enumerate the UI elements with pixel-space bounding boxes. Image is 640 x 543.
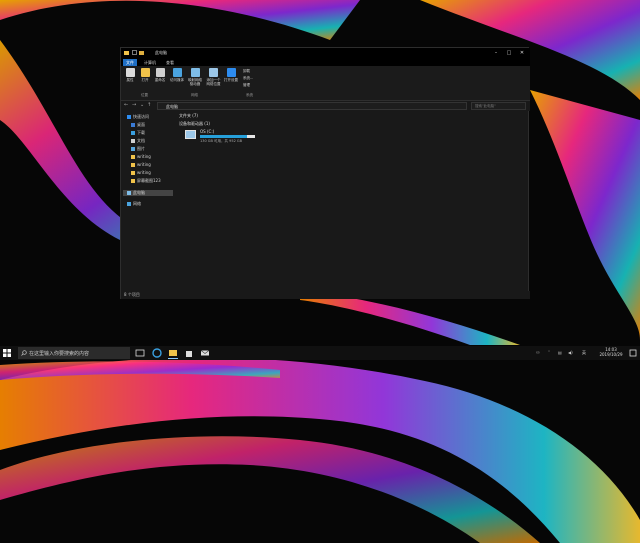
search-icon (21, 350, 27, 356)
search-input[interactable]: 搜索"此电脑" (471, 102, 526, 110)
ribbon-group-system: 系统 (246, 93, 253, 97)
nav-item-writing-1[interactable]: writing (131, 154, 177, 160)
forward-arrow-icon[interactable]: → (132, 102, 136, 108)
taskbar-search-placeholder: 在这里输入你要搜索的内容 (29, 351, 90, 357)
folder-open-icon (140, 68, 150, 77)
ribbon-tabs: 文件 计算机 查看 (121, 58, 530, 66)
up-arrow-icon[interactable]: ↑ (147, 102, 151, 108)
nav-item-documents[interactable]: 文档 (131, 138, 177, 144)
ribbon-group-location: 位置 (141, 93, 148, 97)
window-title: 此电脑 (155, 50, 167, 55)
nav-item-desktop[interactable]: 桌面 (131, 122, 177, 128)
system-properties-link[interactable]: 系统... (243, 76, 253, 81)
drive-usage-fill (200, 135, 248, 138)
tab-view[interactable]: 查看 (163, 59, 177, 66)
clock[interactable]: 14:03 2019/10/29 (596, 347, 626, 357)
task-view-icon[interactable] (135, 348, 145, 358)
network-location-icon (208, 68, 218, 77)
network-icon (127, 202, 131, 206)
folder-icon (131, 179, 135, 183)
rename-button[interactable]: 重命名 (152, 68, 168, 82)
nav-item-downloads[interactable]: 下载 (131, 130, 177, 136)
clock-date: 2019/10/29 (599, 352, 623, 357)
maximize-button[interactable]: □ (504, 49, 514, 57)
computer-icon (127, 191, 131, 195)
section-folders[interactable]: 文件夹 (7) (179, 113, 198, 119)
tab-file[interactable]: 文件 (123, 59, 137, 66)
pictures-icon (131, 147, 135, 151)
open-button[interactable]: 打开 (137, 68, 153, 82)
nav-item-network[interactable]: 网络 (127, 201, 173, 207)
properties-button[interactable]: 属性 (122, 68, 138, 82)
volume-icon[interactable]: ◀) (568, 350, 573, 355)
drive-icon (185, 130, 196, 139)
drive-item-c[interactable]: OS (C:) 130 GB 可用，共 952 GB (185, 129, 265, 147)
access-media-button[interactable]: 访问媒体 (169, 68, 185, 82)
navigation-pane: 快速访问 桌面 下载 文档 图片 writing writing writing… (121, 112, 173, 290)
file-explorer-window[interactable]: 此电脑 – □ ✕ 文件 计算机 查看 属性 打开 重命名 访问媒体 映射网络驱… (120, 47, 530, 299)
explorer-app-icon (124, 51, 129, 55)
drive-size: 130 GB 可用，共 952 GB (200, 139, 243, 143)
section-devices[interactable]: 设备和驱动器 (1) (179, 121, 210, 127)
notifications-icon[interactable] (628, 348, 638, 358)
back-arrow-icon[interactable]: ← (124, 102, 128, 108)
nav-item-writing-2[interactable]: writing (131, 162, 177, 168)
map-network-drive-button[interactable]: 映射网络驱动器 (187, 68, 203, 86)
network-drive-icon (190, 68, 200, 77)
uninstall-link[interactable]: 卸载 (243, 69, 250, 74)
new-folder-quick-icon[interactable] (139, 50, 144, 55)
nav-item-pictures[interactable]: 图片 (131, 146, 177, 152)
item-count: 8 个项目 (124, 292, 140, 297)
show-hidden-icons-chevron[interactable]: ˄ (548, 350, 550, 355)
recent-locations-icon[interactable]: ⌄ (140, 102, 144, 108)
mail-icon[interactable] (200, 348, 210, 358)
edge-browser-icon[interactable] (152, 348, 162, 358)
star-icon (127, 115, 131, 119)
file-explorer-icon[interactable] (168, 348, 178, 359)
ribbon-group-network: 网络 (191, 93, 198, 97)
download-icon (131, 131, 135, 135)
address-bar: ← → ⌄ ↑ 此电脑 搜索"此电脑" (121, 101, 530, 111)
gear-icon (226, 68, 236, 77)
rename-icon (155, 68, 165, 77)
status-bar: 8 个项目 (121, 291, 530, 299)
taskbar: 在这里输入你要搜索的内容 ⚇ ˄ ▤ ◀) 英 14:03 2019/10/29 (0, 346, 640, 360)
address-path: 此电脑 (166, 104, 178, 109)
properties-icon (125, 68, 135, 77)
store-icon[interactable] (184, 348, 194, 358)
document-icon (131, 139, 135, 143)
properties-quick-icon[interactable] (132, 50, 137, 55)
folder-icon (131, 171, 135, 175)
add-network-location-button[interactable]: 添加一个网络位置 (205, 68, 221, 86)
windows-start-icon[interactable] (3, 349, 11, 357)
nav-item-screenshots[interactable]: 屏幕截图123 (131, 178, 177, 184)
close-button[interactable]: ✕ (517, 49, 527, 57)
ime-icon[interactable]: 英 (582, 350, 586, 356)
tab-computer[interactable]: 计算机 (141, 59, 159, 66)
taskbar-search-box[interactable]: 在这里输入你要搜索的内容 (18, 347, 130, 359)
search-placeholder: 搜索"此电脑" (475, 104, 496, 108)
drive-usage-bar (200, 135, 255, 138)
drive-name: OS (C:) (200, 129, 215, 134)
folder-icon (131, 163, 135, 167)
nav-item-writing-3[interactable]: writing (131, 170, 177, 176)
minimize-button[interactable]: – (491, 49, 501, 57)
open-settings-button[interactable]: 打开设置 (223, 68, 239, 82)
nav-item-quick-access[interactable]: 快速访问 (127, 114, 173, 120)
ribbon: 属性 打开 重命名 访问媒体 映射网络驱动器 添加一个网络位置 打开设置 卸载 … (121, 66, 530, 101)
manage-link[interactable]: 管理 (243, 83, 250, 88)
desktop-icon (131, 123, 135, 127)
media-icon (172, 68, 182, 77)
network-tray-icon[interactable]: ▤ (558, 350, 562, 355)
content-pane: 文件夹 (7) 设备和驱动器 (1) OS (C:) 130 GB 可用，共 9… (175, 112, 528, 290)
address-input[interactable]: 此电脑 (157, 102, 467, 110)
people-icon[interactable]: ⚇ (536, 350, 540, 355)
nav-item-this-pc[interactable]: 此电脑 (123, 190, 173, 196)
folder-icon (131, 155, 135, 159)
title-bar[interactable]: 此电脑 – □ ✕ (121, 48, 530, 58)
